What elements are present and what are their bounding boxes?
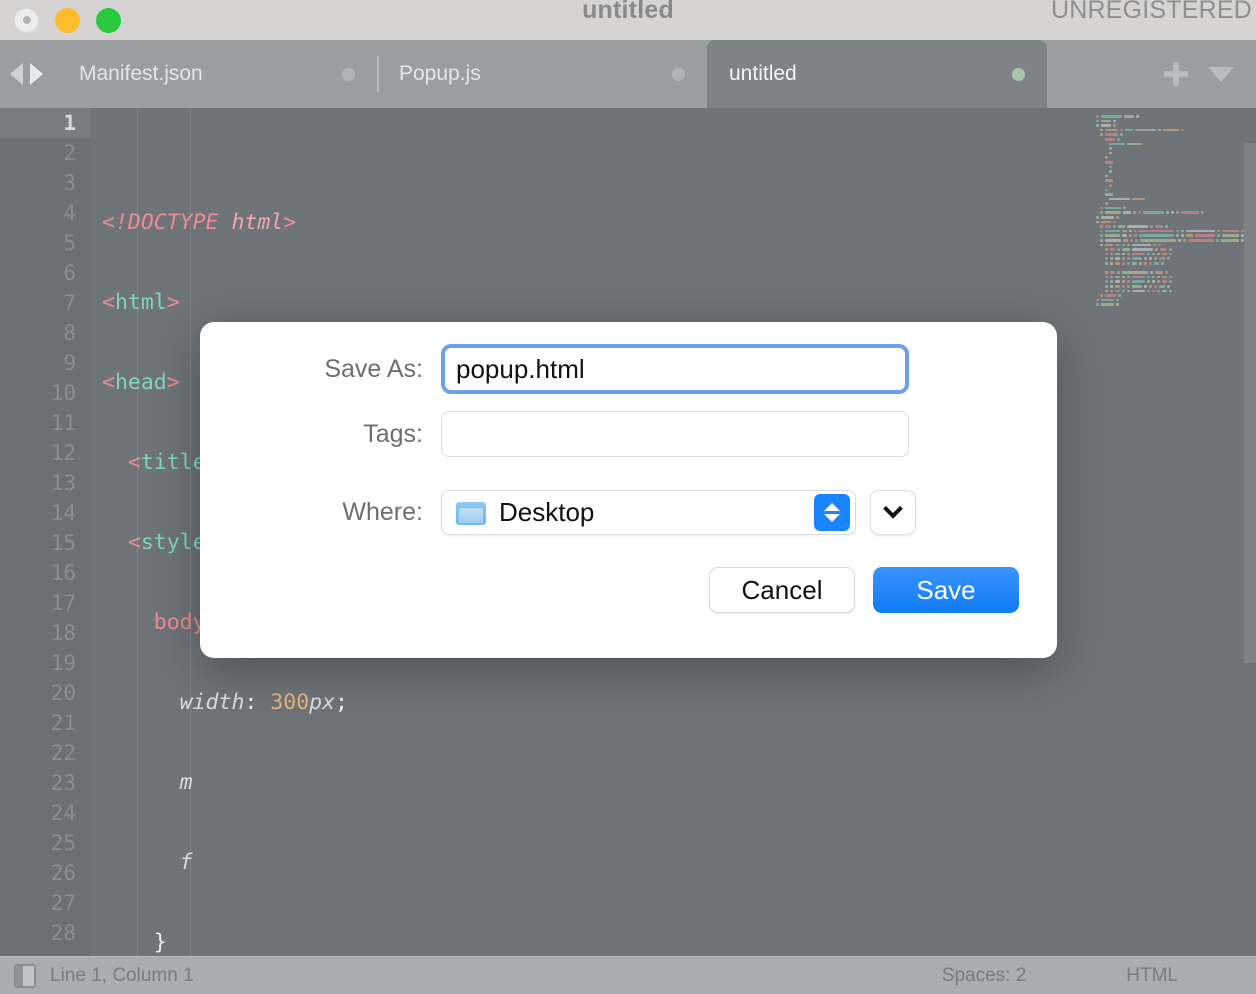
where-value: Desktop: [499, 497, 595, 527]
line-number: 3: [63, 171, 76, 195]
code-line: }: [153, 930, 167, 955]
line-number: 19: [50, 651, 76, 675]
line-number: 12: [50, 441, 76, 465]
line-number: 25: [50, 831, 76, 855]
tab-label: untitled: [729, 62, 797, 85]
chevron-down-icon[interactable]: [1208, 66, 1234, 82]
line-number: 17: [50, 591, 76, 615]
save-as-label: Save As:: [324, 354, 423, 383]
sidebar-toggle-icon[interactable]: [14, 963, 36, 988]
tab-modified-dot[interactable]: [342, 67, 355, 81]
expand-browser-button[interactable]: [870, 490, 916, 535]
line-number: 28: [50, 921, 76, 945]
tab-popup-js[interactable]: Popup.js: [377, 40, 707, 108]
folder-icon: [456, 501, 486, 525]
line-number: 10: [50, 381, 76, 405]
window-titlebar: untitled UNREGISTERED: [0, 0, 1256, 40]
tab-label: Manifest.json: [79, 62, 203, 85]
save-as-row: Save As: popup.html: [200, 344, 1057, 394]
tab-manifest-json[interactable]: Manifest.json: [57, 40, 377, 108]
code-line: <html>: [102, 290, 180, 315]
line-number: 21: [50, 711, 76, 735]
code-line: <!DOCTYPE html>: [102, 210, 297, 235]
tab-bar: Manifest.json Popup.js untitled: [0, 40, 1256, 108]
line-number: 8: [63, 321, 76, 345]
line-number: 6: [63, 261, 76, 285]
language-mode[interactable]: HTML: [1126, 965, 1178, 987]
where-row: Where: Desktop: [200, 490, 1057, 535]
line-number: 11: [50, 411, 76, 435]
indentation-setting[interactable]: Spaces: 2: [942, 965, 1027, 987]
tab-modified-dot[interactable]: [1012, 67, 1025, 81]
tab-list: Manifest.json Popup.js untitled: [57, 40, 1134, 108]
line-number: 26: [50, 861, 76, 885]
line-number: 9: [63, 351, 76, 375]
unregistered-badge: UNREGISTERED: [1050, 0, 1252, 24]
app-window: untitled UNREGISTERED Manifest.json Popu…: [0, 0, 1256, 994]
line-number: 16: [50, 561, 76, 585]
tab-untitled[interactable]: untitled: [707, 40, 1047, 108]
plus-icon[interactable]: [1164, 62, 1188, 86]
code-minimap[interactable]: [1090, 108, 1256, 956]
cursor-position[interactable]: Line 1, Column 1: [50, 965, 194, 987]
line-number: 1: [0, 108, 90, 138]
tab-tools: [1134, 40, 1256, 108]
line-number: 4: [63, 201, 76, 225]
nav-back-icon[interactable]: [10, 63, 23, 85]
line-number: 23: [50, 771, 76, 795]
line-number: 15: [50, 531, 76, 555]
line-number: 20: [50, 681, 76, 705]
up-down-stepper-icon[interactable]: [814, 494, 850, 531]
tab-nav-arrows: [0, 40, 57, 108]
tags-label: Tags:: [363, 419, 423, 448]
line-number-gutter: 1 2 3 4 5 6 7 8 9 10 11 12 13 14 15 16 17 18 19 20 21 22 23 24 2…: [0, 108, 90, 956]
line-number: 13: [50, 471, 76, 495]
line-number: 22: [50, 741, 76, 765]
status-bar-right: Spaces: 2 HTML: [942, 965, 1256, 987]
line-number: 24: [50, 801, 76, 825]
status-bar: Line 1, Column 1 Spaces: 2 HTML: [0, 956, 1256, 994]
code-line: width: 300px;: [179, 690, 348, 715]
code-line: m: [179, 770, 193, 795]
code-line: f: [179, 850, 193, 875]
minimap-slider[interactable]: [1244, 143, 1256, 663]
dialog-buttons: Cancel Save: [200, 535, 1057, 613]
nav-forward-icon[interactable]: [30, 63, 43, 85]
where-popup-button[interactable]: Desktop: [441, 490, 856, 535]
filename-input[interactable]: popup.html: [441, 344, 909, 394]
line-number: 14: [50, 501, 76, 525]
line-number: 2: [63, 141, 76, 165]
minimap-line: [1096, 302, 1246, 307]
line-number: 18: [50, 621, 76, 645]
tags-input[interactable]: [441, 411, 909, 457]
line-number: 27: [50, 891, 76, 915]
line-number: 5: [63, 231, 76, 255]
filename-value: popup.html: [456, 353, 585, 384]
where-label: Where:: [342, 498, 423, 526]
chevron-down-icon: [883, 498, 903, 519]
line-number: 7: [63, 291, 76, 315]
tags-row: Tags:: [200, 411, 1057, 457]
save-button[interactable]: Save: [873, 567, 1019, 613]
save-dialog: Save As: popup.html Tags: Where: Desktop: [200, 322, 1057, 658]
cancel-button[interactable]: Cancel: [709, 567, 855, 613]
tab-label: Popup.js: [399, 62, 481, 85]
tab-modified-dot[interactable]: [672, 67, 685, 81]
